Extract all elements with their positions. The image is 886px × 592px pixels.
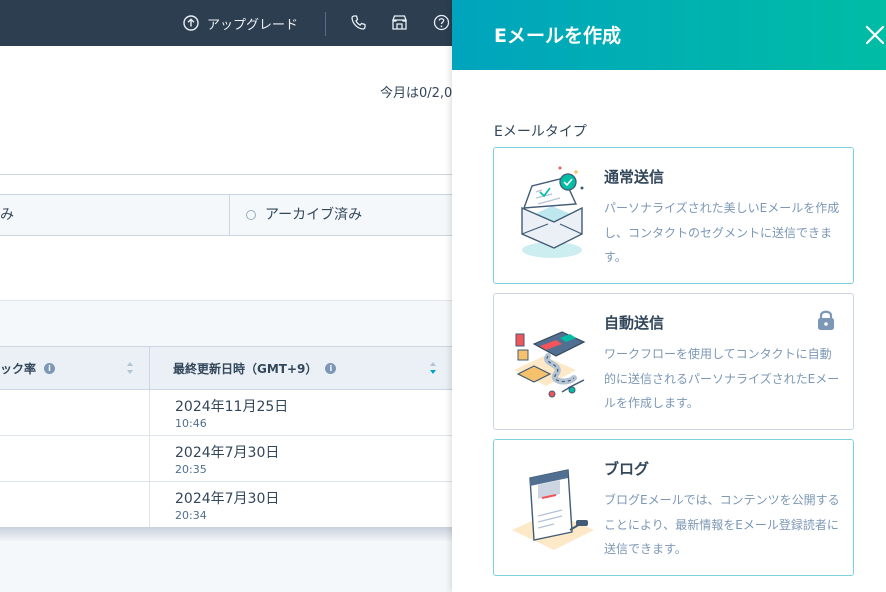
upgrade-icon	[183, 15, 199, 31]
info-icon[interactable]: i	[325, 362, 337, 374]
updated-time: 10:46	[175, 417, 207, 430]
table-cell	[0, 436, 150, 481]
column-header-label: 最終更新日時（GMT+9）	[173, 361, 318, 376]
table-row[interactable]: 2024年7月30日 20:34	[0, 482, 452, 528]
filter-tab-label: アーカイブ済み	[265, 207, 363, 223]
updated-date: 2024年7月30日	[175, 491, 280, 507]
close-icon[interactable]	[862, 20, 886, 48]
monthly-usage-text: 今月は0/2,0	[380, 86, 453, 101]
phone-icon[interactable]	[350, 14, 367, 31]
upgrade-label: アップグレード	[207, 17, 299, 33]
radio-icon	[246, 210, 256, 220]
card-description: ブログEメールでは、コンテンツを公開することにより、最新情報をEメール登録読者に…	[604, 493, 840, 556]
envelope-check-illustration	[521, 166, 584, 258]
upgrade-button[interactable]: アップグレード	[183, 13, 298, 33]
create-email-panel: Eメールを作成 Eメールタイプ 通常送信 パーソナライズされた美しいEメールを作…	[452, 0, 886, 592]
marketplace-icon[interactable]	[391, 14, 408, 31]
updated-time: 20:34	[175, 509, 207, 522]
table-bottom-shadow	[0, 527, 452, 541]
updated-time: 20:35	[175, 463, 207, 476]
help-icon[interactable]	[433, 14, 450, 31]
filter-tab-label: み	[0, 207, 14, 223]
card-title: ブログ	[604, 460, 650, 478]
card-description: ワークフローを使用してコンタクトに自動的に送信されるパーソナライズされたEメール…	[604, 347, 840, 410]
card-title: 通常送信	[604, 168, 665, 186]
blog-illustration	[512, 469, 594, 550]
column-header-click-rate[interactable]: ック率 i	[0, 347, 150, 389]
email-type-card-automated[interactable]: 自動送信 ワークフローを使用してコンタクトに自動的に送信されるパーソナライズされ…	[493, 293, 854, 430]
table-row[interactable]: 2024年7月30日 20:35	[0, 436, 452, 482]
table-header: ック率 i 最終更新日時（GMT+9） i	[0, 346, 452, 390]
table-cell	[0, 482, 150, 527]
card-title: 自動送信	[604, 314, 665, 332]
updated-date: 2024年11月25日	[175, 399, 289, 415]
email-type-card-blog[interactable]: ブログ ブログEメールでは、コンテンツを公開することにより、最新情報をEメール登…	[493, 439, 854, 576]
info-icon[interactable]: i	[44, 362, 56, 374]
panel-header: Eメールを作成	[452, 0, 886, 70]
page-background	[0, 541, 452, 592]
panel-title: Eメールを作成	[494, 25, 621, 47]
card-description: パーソナライズされた美しいEメールを作成し、コンタクトのセグメントに送信できます…	[604, 201, 840, 264]
table-cell	[0, 390, 150, 435]
table-row[interactable]: 2024年11月25日 10:46	[0, 390, 452, 436]
updated-date: 2024年7月30日	[175, 445, 280, 461]
sort-icon[interactable]	[125, 360, 135, 376]
column-header-label: ック率	[0, 361, 37, 376]
filter-tab-published[interactable]: み	[0, 195, 230, 235]
email-type-card-regular[interactable]: 通常送信 パーソナライズされた美しいEメールを作成し、コンタクトのセグメントに送…	[493, 147, 854, 284]
nav-divider	[325, 12, 326, 36]
filter-tabs: み アーカイブ済み	[0, 194, 452, 236]
column-header-last-updated[interactable]: 最終更新日時（GMT+9） i	[151, 347, 452, 389]
table-toolbar	[0, 300, 452, 346]
workflow-illustration	[514, 331, 586, 398]
lock-icon	[818, 310, 834, 330]
email-type-label: Eメールタイプ	[494, 124, 587, 140]
sort-descending-icon[interactable]	[428, 360, 438, 376]
filter-tab-archived[interactable]: アーカイブ済み	[231, 195, 453, 235]
section-divider	[0, 174, 452, 175]
